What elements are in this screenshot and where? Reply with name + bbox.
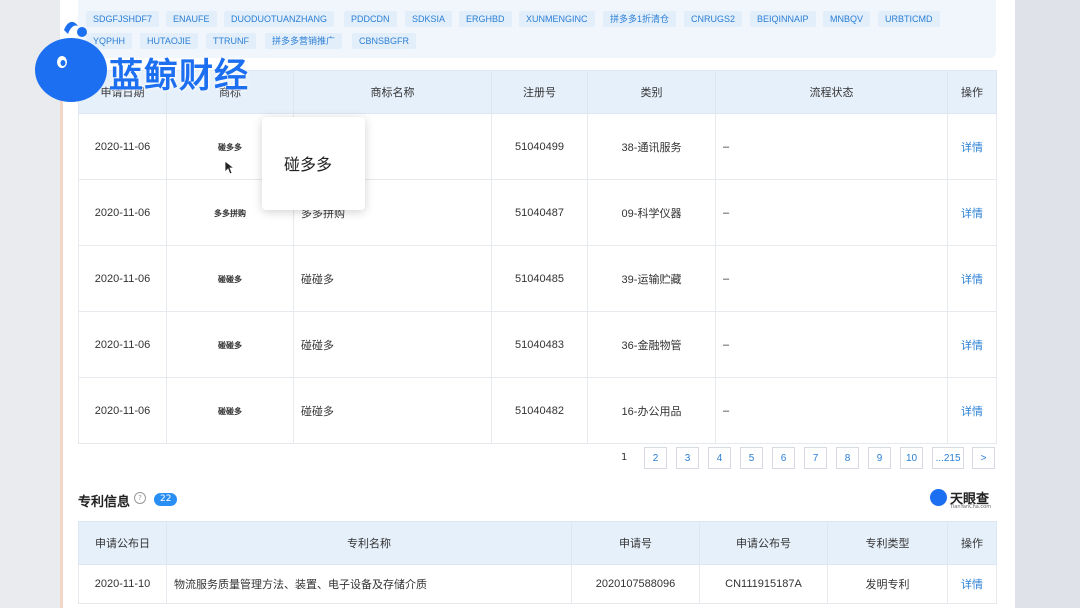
apply-date: 2020-11-06 (78, 245, 167, 312)
status: – (715, 179, 948, 246)
brand-url: TianYanCha.com (950, 504, 992, 510)
pager-button[interactable]: 4 (708, 447, 731, 469)
trademark-row: 2020-11-06 碰碰多 碰碰多 51040483 36-金融物管 – 详情 (78, 311, 997, 378)
reg-number: 51040487 (491, 179, 588, 246)
detail-link[interactable]: 详情 (947, 377, 997, 444)
help-icon[interactable]: ? (134, 492, 146, 504)
pager-button[interactable]: 7 (804, 447, 827, 469)
apply-date: 2020-11-06 (78, 311, 167, 378)
tag-chip[interactable]: URBTICMD (878, 11, 940, 27)
popup-text: 碰多多 (284, 155, 333, 174)
right-background (1015, 0, 1080, 608)
patent-name: 物流服务质量管理方法、装置、电子设备及存储介质 (166, 564, 572, 604)
logo-text: 蓝鲸财经 (109, 56, 249, 96)
col-category: 类别 (587, 70, 716, 114)
patent-row: 2020-11-10 物流服务质量管理方法、装置、电子设备及存储介质 2020107… (78, 564, 997, 604)
col-app-number: 申请号 (571, 521, 700, 565)
trademark-name: 碰碰多 (293, 311, 492, 378)
col-trademark-name: 商标名称 (293, 70, 492, 114)
col-patent-action: 操作 (947, 521, 997, 565)
col-action: 操作 (947, 70, 997, 114)
pager-button[interactable]: ...215 (932, 447, 964, 469)
detail-link[interactable]: 详情 (947, 245, 997, 312)
pager-button[interactable]: 2 (644, 447, 667, 469)
reg-number: 51040483 (491, 311, 588, 378)
pager-button[interactable]: 9 (868, 447, 891, 469)
trademark-logo-cell[interactable]: 碰碰多 (166, 311, 294, 378)
tianyancha-logo-icon (930, 489, 947, 506)
reg-number: 51040482 (491, 377, 588, 444)
category: 36-金融物管 (587, 311, 716, 378)
col-pub-date: 申请公布日 (78, 521, 167, 565)
tag-chip[interactable]: ERGHBD (459, 11, 512, 27)
trademark-logo: 碰碰多 (218, 406, 242, 416)
pager-button[interactable]: 8 (836, 447, 859, 469)
detail-link[interactable]: 详情 (947, 113, 997, 180)
patent-table: 申请公布日 专利名称 申请号 申请公布号 专利类型 操作 2020-11-10 物… (78, 521, 997, 604)
pager-button[interactable]: 5 (740, 447, 763, 469)
trademark-row: 2020-11-06 碰碰多 碰碰多 51040485 39-运输贮藏 – 详情 (78, 245, 997, 312)
tag-chip[interactable]: 拼多多1折清仓 (603, 11, 677, 27)
apply-date: 2020-11-06 (78, 113, 167, 180)
trademark-table: 申请日期 商标 商标名称 注册号 类别 流程状态 操作 2020-11-06 碰多… (78, 70, 997, 444)
col-patent-name: 专利名称 (166, 521, 572, 565)
trademark-logo: 碰碰多 (218, 274, 242, 284)
reg-number: 51040499 (491, 113, 588, 180)
apply-date: 2020-11-06 (78, 179, 167, 246)
category: 16-办公用品 (587, 377, 716, 444)
trademark-row: 2020-11-06 多多拼购 多多拼购 51040487 09-科学仪器 – 详情 (78, 179, 997, 246)
patent-type: 发明专利 (827, 564, 948, 604)
trademark-name: 碰碰多 (293, 245, 492, 312)
col-reg-number: 注册号 (491, 70, 588, 114)
patent-count-badge: 22 (154, 493, 178, 506)
pager-button[interactable]: 6 (772, 447, 795, 469)
reg-number: 51040485 (491, 245, 588, 312)
trademark-logo: 碰多多 (218, 142, 242, 152)
lanjing-caijing-logo: 蓝鲸财经 (34, 18, 274, 108)
pager-button[interactable]: 3 (676, 447, 699, 469)
pub-date: 2020-11-10 (78, 564, 167, 604)
detail-link[interactable]: 详情 (947, 311, 997, 378)
accent-divider (60, 60, 63, 608)
patent-header-row: 申请公布日 专利名称 申请号 申请公布号 专利类型 操作 (78, 521, 997, 565)
patent-section-title: 专利信息 (78, 495, 131, 510)
trademark-name: 碰碰多 (293, 377, 492, 444)
category: 39-运输贮藏 (587, 245, 716, 312)
col-pub-number: 申请公布号 (699, 521, 828, 565)
status: – (715, 113, 948, 180)
tag-chip[interactable]: PDDCDN (344, 11, 397, 27)
pager-current-page[interactable]: 1 (621, 452, 627, 463)
tag-chip[interactable]: BEIQINNAIP (750, 11, 816, 27)
apply-date: 2020-11-06 (78, 377, 167, 444)
trademark-row: 2020-11-06 碰碰多 碰碰多 51040482 16-办公用品 – 详情 (78, 377, 997, 444)
status: – (715, 377, 948, 444)
col-patent-type: 专利类型 (827, 521, 948, 565)
tag-chip[interactable]: 拼多多营销推广 (265, 33, 343, 49)
patent-detail-link[interactable]: 详情 (947, 564, 997, 604)
tag-chip[interactable]: XUNMENGINC (519, 11, 595, 27)
tag-chip[interactable]: CBNSBGFR (352, 33, 417, 49)
trademark-logo: 多多拼购 (214, 208, 246, 218)
col-status: 流程状态 (715, 70, 948, 114)
trademark-row: 2020-11-06 碰多多 51040499 38-通讯服务 – 详情 (78, 113, 997, 180)
pager-button[interactable]: 10 (900, 447, 923, 469)
whale-logo-icon (35, 21, 107, 102)
pub-number: CN111915187A (699, 564, 828, 604)
status: – (715, 245, 948, 312)
trademark-preview-popup: 碰多多 (262, 117, 365, 210)
tag-chip[interactable]: CNRUGS2 (684, 11, 743, 27)
trademark-logo-cell[interactable]: 碰碰多 (166, 377, 294, 444)
detail-link[interactable]: 详情 (947, 179, 997, 246)
app-number: 2020107588096 (571, 564, 700, 604)
trademark-logo-cell[interactable]: 碰碰多 (166, 245, 294, 312)
category: 09-科学仪器 (587, 179, 716, 246)
tag-chip[interactable]: SDKSIA (405, 11, 453, 27)
pager-button[interactable]: > (972, 447, 995, 469)
category: 38-通讯服务 (587, 113, 716, 180)
status: – (715, 311, 948, 378)
trademark-logo: 碰碰多 (218, 340, 242, 350)
mouse-cursor-icon (224, 160, 234, 175)
tag-chip[interactable]: MNBQV (823, 11, 871, 27)
